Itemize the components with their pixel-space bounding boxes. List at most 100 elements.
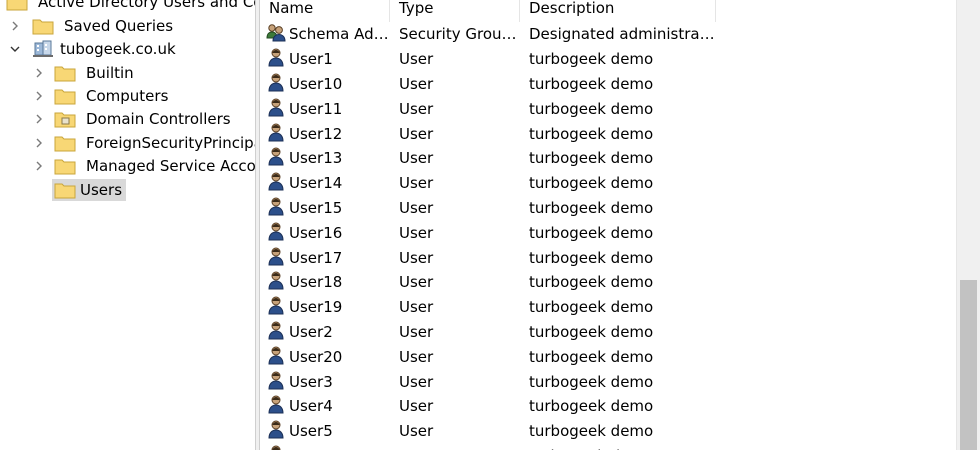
row-name: User10: [289, 74, 343, 93]
table-row[interactable]: User15 User turbogeek demo: [260, 196, 716, 221]
list-header: Name Type Description: [260, 0, 720, 22]
cell-description: turbogeek demo: [529, 298, 654, 317]
table-row[interactable]: User11 User turbogeek demo: [260, 96, 716, 121]
tree-item-builtin[interactable]: Builtin: [32, 62, 138, 84]
chevron-down-icon[interactable]: [8, 42, 22, 56]
cell-type: User: [399, 372, 434, 391]
cell-name: User18: [260, 270, 390, 294]
cell-name: User15: [260, 196, 390, 220]
row-name: User20: [289, 347, 343, 366]
cell-description: turbogeek demo: [529, 397, 654, 416]
details-list: Name Type Description Schema Admins Secur…: [260, 0, 956, 450]
table-row[interactable]: User14 User turbogeek demo: [260, 171, 716, 196]
column-header-name[interactable]: Name: [260, 0, 390, 22]
cell-type: User: [399, 99, 434, 118]
cell-type: User: [399, 322, 434, 341]
folder-icon: [32, 17, 58, 35]
chevron-right-icon[interactable]: [32, 66, 46, 80]
table-row[interactable]: User13 User turbogeek demo: [260, 146, 716, 171]
cell-name: User1: [260, 47, 390, 71]
user-icon: [266, 394, 289, 418]
table-row[interactable]: User1 User turbogeek demo: [260, 47, 716, 72]
cell-name: Schema Admins: [260, 22, 390, 46]
cell-description: turbogeek demo: [529, 347, 654, 366]
tree-item-foreign-security-principals[interactable]: ForeignSecurityPrincipals: [32, 132, 255, 154]
cell-description: turbogeek demo: [529, 198, 654, 217]
user-icon: [266, 221, 289, 245]
cell-description: turbogeek demo: [529, 124, 654, 143]
table-row[interactable]: User3 User turbogeek demo: [260, 369, 716, 394]
row-name: User14: [289, 174, 343, 193]
cell-type: User: [399, 298, 434, 317]
cell-description: turbogeek demo: [529, 422, 654, 441]
cell-name: User6: [260, 444, 390, 450]
tree-item-root[interactable]: Active Directory Users and Com: [6, 0, 255, 13]
user-icon: [266, 246, 289, 270]
table-row[interactable]: User5 User turbogeek demo: [260, 419, 716, 444]
table-row[interactable]: User19 User turbogeek demo: [260, 295, 716, 320]
tree-item-computers[interactable]: Computers: [32, 85, 172, 107]
table-row[interactable]: Schema Admins Security Group... Designated…: [260, 22, 716, 47]
cell-description: turbogeek demo: [529, 174, 654, 193]
folder-icon: [6, 0, 32, 11]
table-row[interactable]: User18 User turbogeek demo: [260, 270, 716, 295]
tree-item-label: tubogeek.co.uk: [60, 40, 176, 58]
domain-icon: [32, 39, 54, 59]
cell-description: turbogeek demo: [529, 322, 654, 341]
tree-item-managed-service-accounts[interactable]: Managed Service Accounts: [32, 155, 255, 177]
tree-item-domain-controllers[interactable]: Domain Controllers: [32, 108, 235, 130]
scrollbar-thumb[interactable]: [960, 280, 977, 450]
chevron-right-icon[interactable]: [32, 89, 46, 103]
chevron-right-icon[interactable]: [32, 159, 46, 173]
table-row[interactable]: User20 User turbogeek demo: [260, 344, 716, 369]
table-row[interactable]: User10 User turbogeek demo: [260, 72, 716, 97]
cell-description: turbogeek demo: [529, 50, 654, 69]
cell-type: User: [399, 223, 434, 242]
folder-icon: [54, 183, 76, 199]
folder-icon: [54, 87, 80, 105]
tree-item-label: Saved Queries: [64, 17, 174, 35]
cell-name: User10: [260, 72, 390, 96]
user-icon: [266, 370, 289, 394]
tree-item-label: Users: [80, 181, 123, 199]
table-row[interactable]: User17 User turbogeek demo: [260, 245, 716, 270]
row-name: User1: [289, 50, 333, 69]
vertical-scrollbar[interactable]: [956, 0, 980, 450]
tree-item-label: Managed Service Accounts: [86, 157, 255, 175]
cell-type: User: [399, 347, 434, 366]
column-header-description[interactable]: Description: [520, 0, 716, 22]
tree-item-saved-queries[interactable]: Saved Queries: [8, 15, 177, 37]
table-row[interactable]: User6Userturbogeek demo: [260, 444, 716, 450]
cell-description: turbogeek demo: [529, 74, 654, 93]
chevron-right-icon[interactable]: [32, 136, 46, 150]
user-icon: [266, 196, 289, 220]
user-icon: [266, 320, 289, 344]
chevron-right-icon[interactable]: [32, 112, 46, 126]
table-row[interactable]: User4 User turbogeek demo: [260, 394, 716, 419]
cell-type: User: [399, 174, 434, 193]
column-header-type[interactable]: Type: [390, 0, 520, 22]
cell-type: User: [399, 149, 434, 168]
console-tree: Active Directory Users and Com Saved Que…: [0, 0, 255, 450]
user-icon: [266, 295, 289, 319]
row-name: User18: [289, 273, 343, 292]
tree-item-users[interactable]: Users: [52, 179, 127, 201]
chevron-right-icon[interactable]: [8, 19, 22, 33]
tree-item-label: Computers: [86, 87, 169, 105]
cell-type: User: [399, 50, 434, 69]
table-row[interactable]: User16 User turbogeek demo: [260, 220, 716, 245]
cell-type: User: [399, 74, 434, 93]
row-name: User15: [289, 198, 343, 217]
cell-description: turbogeek demo: [529, 149, 654, 168]
cell-name: User19: [260, 295, 390, 319]
folder-icon: [54, 64, 80, 82]
user-icon: [266, 122, 289, 146]
cell-name: User14: [260, 171, 390, 195]
folder-icon: [54, 134, 80, 152]
table-row[interactable]: User12 User turbogeek demo: [260, 121, 716, 146]
table-row[interactable]: User2 User turbogeek demo: [260, 320, 716, 345]
row-name: User12: [289, 124, 343, 143]
cell-name: User11: [260, 97, 390, 121]
cell-type: Security Group...: [399, 25, 520, 44]
tree-item-domain[interactable]: tubogeek.co.uk: [8, 38, 180, 60]
